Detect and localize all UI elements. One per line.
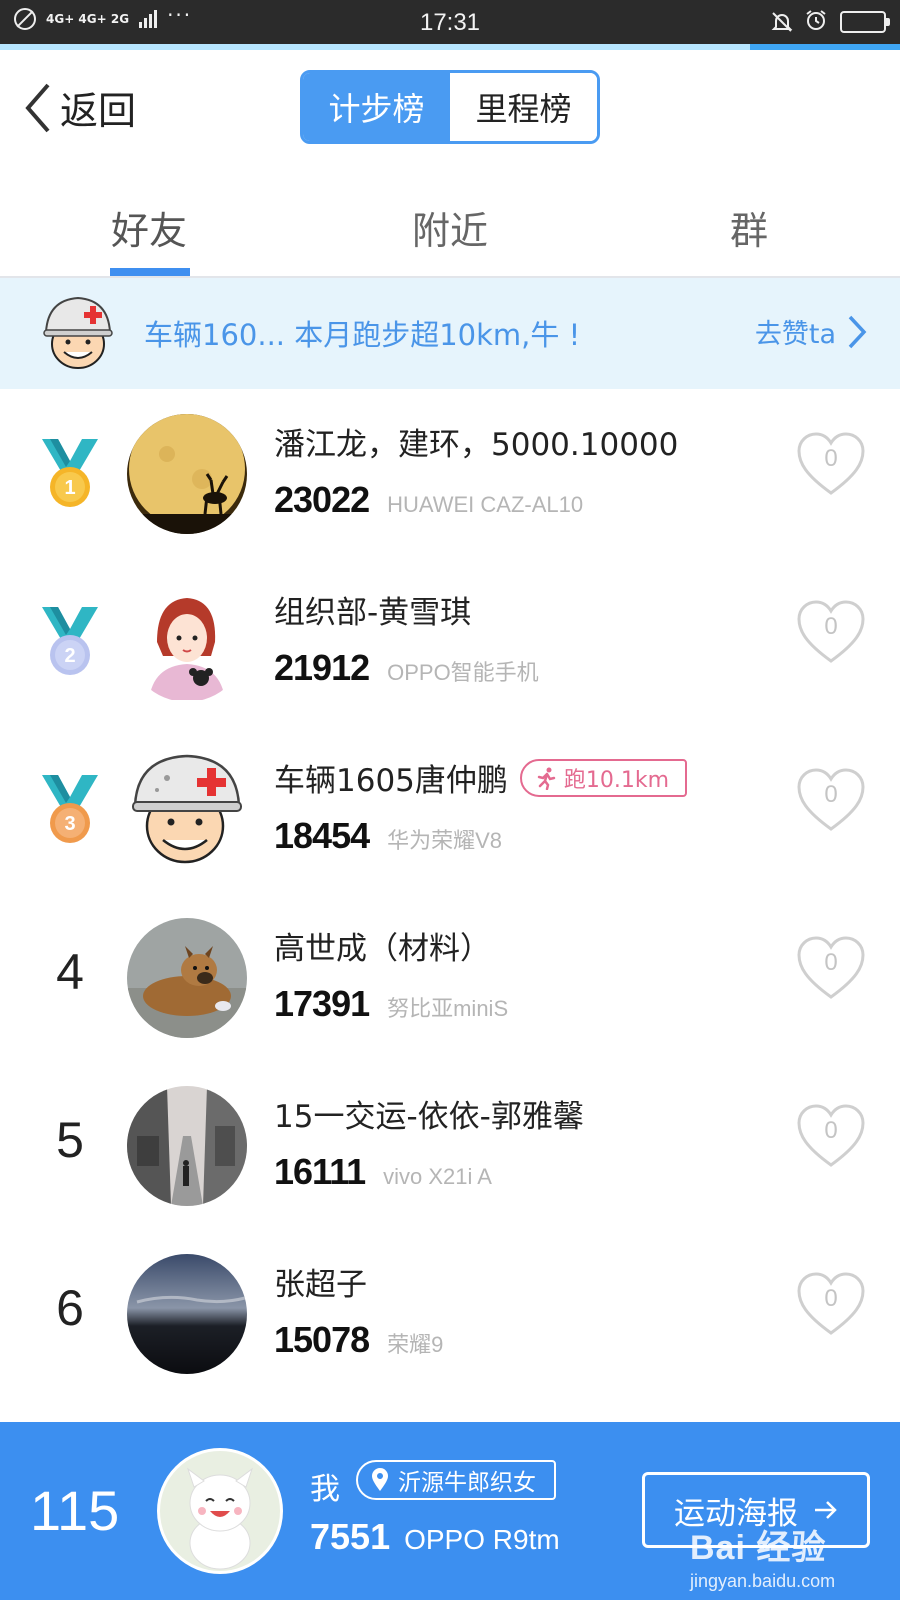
- tab-groups[interactable]: 群: [730, 200, 768, 255]
- banner-text: 车辆160... 本月跑步超10km,牛 !: [144, 318, 581, 352]
- svg-text:1: 1: [64, 477, 75, 499]
- step-count: 17391: [274, 983, 370, 1024]
- step-count: 23022: [274, 479, 370, 520]
- tab-nearby[interactable]: 附近: [412, 200, 488, 255]
- baidu-jingyan-watermark: Bai 经验 jingyan.baidu.com: [690, 1520, 835, 1592]
- ranking-row[interactable]: 6 张超子 15078 荣耀9 0: [0, 1229, 900, 1397]
- user-name: 潘江龙，建环，5000.10000: [274, 427, 679, 463]
- my-steps-line: 7551 OPPO R9tm: [310, 1516, 560, 1558]
- location-pin-icon: [372, 1468, 388, 1491]
- go-like-label: 去赞ta: [754, 319, 836, 350]
- header: 返回 计步榜 里程榜: [0, 50, 900, 162]
- avatar[interactable]: [127, 414, 247, 534]
- chevron-right-icon: [848, 315, 867, 348]
- battery-icon: [840, 11, 890, 33]
- location-label: 沂源牛郎织女: [398, 1470, 536, 1496]
- silver-medal-icon: 2: [40, 605, 100, 679]
- steps-line: 16111 vivo X21i A: [274, 1151, 492, 1193]
- my-rank-number: 115: [30, 1479, 120, 1542]
- active-tab-indicator: [110, 268, 190, 276]
- status-right: [770, 8, 890, 36]
- like-button[interactable]: 0: [796, 599, 866, 665]
- steps-line: 17391 努比亚miniS: [274, 983, 508, 1025]
- like-button[interactable]: 0: [796, 1271, 866, 1337]
- like-button[interactable]: 0: [796, 767, 866, 833]
- avatar[interactable]: [127, 582, 247, 702]
- location-tag[interactable]: 沂源牛郎织女: [356, 1460, 556, 1500]
- ranking-row[interactable]: 1 潘江龙，建环，5000.10000 23022 HUAWEI CAZ-AL1…: [0, 389, 900, 557]
- status-bar: 4G+ 4G+ 2G ··· 17:31: [0, 0, 900, 44]
- alarm-icon: [804, 8, 828, 36]
- steps-line: 23022 HUAWEI CAZ-AL10: [274, 479, 583, 521]
- run-distance-tag: 跑10.1km: [519, 758, 688, 797]
- steps-line: 21912 OPPO智能手机: [274, 647, 539, 689]
- user-name: 车辆1605唐仲鹏 跑10.1km: [274, 755, 688, 800]
- steps-line: 18454 华为荣耀V8: [274, 815, 502, 857]
- back-chevron-icon: [25, 83, 50, 132]
- gold-medal-icon: 1: [40, 437, 100, 511]
- banner-avatar: [36, 292, 120, 376]
- ranking-row[interactable]: 2 组织部-黄雪琪 21912 OPPO智能手机 0: [0, 557, 900, 725]
- avatar[interactable]: [127, 1086, 247, 1206]
- watermark-brand: Bai 经验: [690, 1529, 827, 1567]
- rank-number: 4: [56, 944, 84, 1000]
- step-count: 16111: [274, 1151, 366, 1192]
- svg-text:3: 3: [64, 813, 75, 835]
- scope-tabs: 好友 附近 群: [0, 162, 900, 278]
- back-label: 返回: [60, 89, 137, 133]
- like-count: 0: [824, 1285, 838, 1312]
- ranking-row[interactable]: 4 高世成（材料） 17391 努比亚miniS 0: [0, 893, 900, 1061]
- svg-text:2: 2: [64, 645, 75, 667]
- step-count: 18454: [274, 815, 370, 856]
- me-label: 我: [310, 1472, 340, 1507]
- user-name: 张超子: [274, 1267, 367, 1303]
- rank-number: 6: [56, 1280, 84, 1336]
- avatar[interactable]: [127, 918, 247, 1038]
- muted-bell-icon: [770, 10, 793, 34]
- like-count: 0: [824, 1117, 838, 1144]
- step-count: 21912: [274, 647, 370, 688]
- ranking-type-segmented-control: 计步榜 里程榜: [300, 70, 600, 144]
- bronze-medal-icon: 3: [40, 773, 100, 847]
- segment-distance[interactable]: 里程榜: [450, 73, 597, 141]
- my-step-count: 7551: [310, 1516, 391, 1557]
- step-count: 15078: [274, 1319, 370, 1360]
- status-time: 17:31: [419, 9, 481, 36]
- device-name: vivo X21i A: [383, 1164, 492, 1189]
- watermark-url: jingyan.baidu.com: [690, 1571, 836, 1591]
- ranking-row[interactable]: 3 车辆1605唐仲鹏 跑10.1km 18454 华为荣耀V8 0: [0, 725, 900, 893]
- segment-steps[interactable]: 计步榜: [303, 73, 450, 141]
- ranking-row[interactable]: 5 15一交运-依依-郭雅馨 16111 vivo X21i A 0: [0, 1061, 900, 1229]
- like-button[interactable]: 0: [796, 431, 866, 497]
- user-name: 高世成（材料）: [274, 931, 491, 967]
- achievement-banner[interactable]: 车辆160... 本月跑步超10km,牛 ! 去赞ta: [0, 278, 900, 389]
- user-name: 15一交运-依依-郭雅馨: [274, 1099, 584, 1135]
- go-like-button[interactable]: 去赞ta: [755, 312, 868, 351]
- back-button[interactable]: 返回: [20, 80, 136, 135]
- like-count: 0: [824, 613, 838, 640]
- avatar[interactable]: [127, 750, 247, 870]
- user-name: 组织部-黄雪琪: [274, 595, 472, 631]
- device-name: HUAWEI CAZ-AL10: [387, 492, 584, 517]
- steps-line: 15078 荣耀9: [274, 1319, 443, 1361]
- run-distance-label: 跑10.1km: [563, 767, 670, 793]
- my-device-name: OPPO R9tm: [404, 1524, 560, 1555]
- like-count: 0: [824, 781, 838, 808]
- avatar[interactable]: [127, 1254, 247, 1374]
- device-name: 华为荣耀V8: [387, 828, 503, 853]
- device-name: OPPO智能手机: [387, 660, 539, 685]
- like-count: 0: [824, 949, 838, 976]
- like-button[interactable]: 0: [796, 935, 866, 1001]
- device-name: 荣耀9: [387, 1332, 444, 1357]
- running-person-icon: [537, 767, 556, 790]
- like-button[interactable]: 0: [796, 1103, 866, 1169]
- ranking-list: 1 潘江龙，建环，5000.10000 23022 HUAWEI CAZ-AL1…: [0, 389, 900, 1397]
- tab-friends[interactable]: 好友: [111, 200, 187, 255]
- device-name: 努比亚miniS: [387, 996, 509, 1021]
- my-avatar[interactable]: [157, 1448, 283, 1574]
- like-count: 0: [824, 445, 838, 472]
- rank-number: 5: [56, 1112, 84, 1168]
